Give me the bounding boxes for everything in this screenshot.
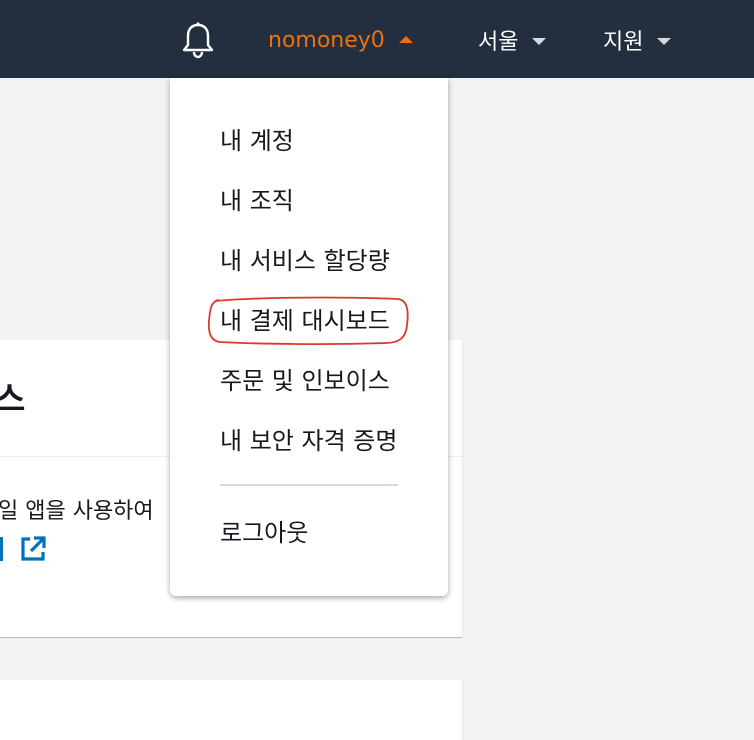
support-label: 지원	[603, 30, 644, 55]
content-panel	[0, 680, 462, 740]
menu-item-my-account[interactable]: 내 계정	[220, 121, 294, 156]
menu-item-security-credentials[interactable]: 내 보안 자격 증명	[220, 421, 397, 456]
region-selector[interactable]: 서울	[478, 24, 547, 56]
menu-item-my-organization[interactable]: 내 조직	[220, 181, 294, 216]
caret-up-icon	[398, 35, 413, 43]
highlight-annotation	[207, 296, 409, 345]
caret-down-icon	[532, 37, 547, 45]
external-link-icon[interactable]	[18, 534, 48, 564]
bell-icon[interactable]	[181, 21, 215, 59]
account-menu-toggle[interactable]: nomoney0	[268, 24, 413, 56]
menu-item-logout[interactable]: 로그아웃	[220, 513, 308, 548]
menu-item-service-quotas[interactable]: 내 서비스 할당량	[220, 241, 390, 276]
panel-link-fragment[interactable]	[0, 537, 3, 561]
menu-item-orders-invoices[interactable]: 주문 및 인보이스	[220, 361, 390, 396]
top-navigation-bar: nomoney0 서울 지원	[0, 0, 754, 78]
menu-divider	[220, 484, 398, 486]
account-name: nomoney0	[268, 27, 385, 53]
support-menu[interactable]: 지원	[603, 24, 672, 56]
caret-down-icon	[657, 37, 672, 45]
panel-body-text: 일 앱을 사용하여	[0, 499, 154, 524]
panel-title-fragment: 스	[0, 380, 26, 420]
region-label: 서울	[478, 30, 519, 55]
